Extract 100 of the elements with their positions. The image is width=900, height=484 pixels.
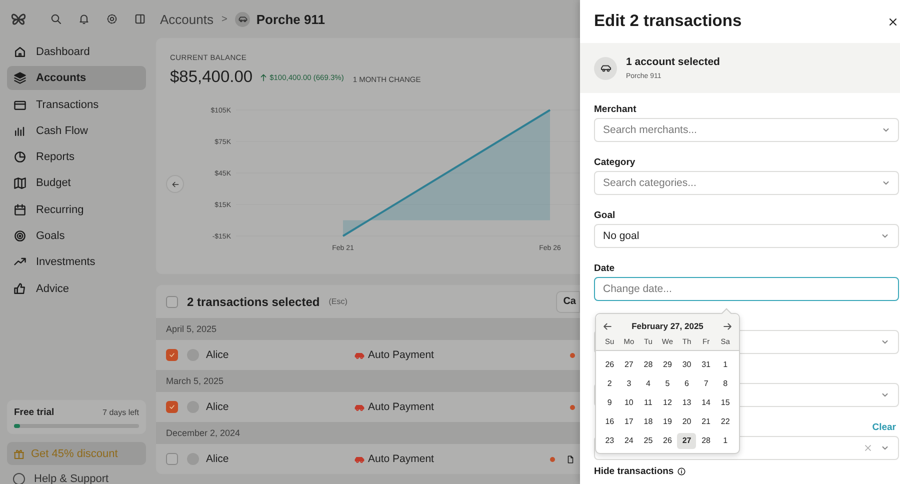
calendar-day[interactable]: 10 (619, 395, 639, 411)
calendar-day[interactable]: 14 (696, 395, 716, 411)
calendar-day[interactable]: 27 (619, 357, 639, 373)
bell-icon (78, 13, 90, 25)
breadcrumb-separator: > (221, 14, 228, 24)
date-input-field[interactable]: Change date... (594, 277, 899, 301)
transaction-row[interactable]: Alice Auto Payment (156, 340, 580, 370)
calendar-day[interactable]: 11 (638, 395, 658, 411)
calendar-day[interactable]: 19 (658, 414, 678, 430)
transaction-row[interactable]: Alice Auto Payment (156, 444, 580, 474)
select-field[interactable]: No goal (594, 224, 899, 248)
calendar-day[interactable]: 1 (716, 357, 735, 373)
calendar-day[interactable]: 13 (677, 395, 696, 411)
transaction-row[interactable]: Alice Auto Payment (156, 392, 580, 422)
cancel-button[interactable]: Ca (556, 290, 580, 312)
nav-item[interactable]: Accounts (7, 66, 146, 90)
calendar-day[interactable]: 27 (677, 433, 696, 449)
row-checkbox[interactable] (166, 453, 178, 465)
map-icon (13, 176, 27, 190)
nav-item[interactable]: Dashboard (7, 40, 146, 64)
date-group-header: March 5, 2025 (156, 370, 580, 392)
nav-item[interactable]: Reports (7, 145, 146, 170)
nav-item[interactable]: Budget (7, 171, 146, 196)
panel-title: Edit 2 transactions (594, 12, 742, 31)
nav-item[interactable]: Investments (7, 250, 146, 274)
calendar-day[interactable]: 24 (619, 433, 639, 449)
nav-item[interactable]: Goals (7, 224, 146, 248)
calendar-day[interactable]: 2 (600, 376, 620, 392)
merchant-name: Alice (206, 349, 230, 361)
target-icon (13, 229, 27, 244)
arrow-left-icon (602, 320, 613, 332)
calendar-day[interactable]: 7 (696, 376, 716, 392)
calendar-day[interactable]: 9 (600, 395, 620, 411)
calendar-day[interactable]: 6 (677, 376, 696, 392)
date-group-header: December 2, 2024 (156, 422, 580, 444)
field-label: Date (594, 263, 615, 274)
check-icon (168, 403, 176, 411)
row-checkbox[interactable] (166, 349, 178, 361)
calendar-day[interactable]: 18 (638, 414, 658, 430)
escape-hint: (Esc) (328, 297, 348, 306)
calendar-day[interactable]: 21 (696, 414, 716, 430)
calendar-day[interactable]: 28 (696, 433, 716, 449)
status-dot-icon (570, 352, 575, 358)
row-checkbox[interactable] (166, 401, 178, 413)
calendar-day[interactable]: 25 (638, 433, 658, 449)
arrow-right-icon (722, 320, 733, 332)
check-icon (168, 351, 176, 359)
calendar-day[interactable]: 28 (638, 357, 658, 373)
calendar-day[interactable]: 3 (619, 376, 639, 392)
days-left-text: 7 days left (102, 408, 139, 417)
field-label: Category (594, 157, 636, 168)
status-dot-icon (570, 404, 575, 410)
search-field[interactable]: Search categories... (594, 171, 899, 195)
nav-item[interactable]: Cash Flow (7, 118, 146, 143)
category-label: Auto Payment (368, 401, 434, 413)
calendar-day[interactable]: 31 (696, 357, 716, 373)
nav-item[interactable]: Recurring (7, 198, 146, 222)
breadcrumb-link[interactable]: Accounts (160, 12, 214, 26)
selection-title: 2 transactions selected (187, 294, 320, 308)
select-all-checkbox[interactable] (166, 296, 178, 308)
calendar-day[interactable]: 30 (677, 357, 696, 373)
info-icon (676, 467, 686, 476)
merchant-name: Alice (206, 401, 230, 413)
account-count: 1 account selected (626, 56, 720, 68)
status-dot-icon (550, 456, 555, 462)
calendar-day[interactable]: 12 (658, 395, 678, 411)
calendar-day[interactable]: 1 (716, 433, 735, 449)
calendar-icon (13, 202, 27, 217)
calendar-day[interactable]: 23 (600, 433, 620, 449)
calendar-day[interactable]: 29 (658, 357, 678, 373)
calendar-title: February 27, 2025 (632, 321, 704, 331)
clear-x-icon (863, 443, 873, 453)
next-month-button[interactable] (722, 320, 733, 332)
close-icon (887, 16, 899, 28)
car-icon (600, 62, 612, 74)
calendar-day[interactable]: 26 (600, 357, 620, 373)
calendar-day[interactable]: 17 (619, 414, 639, 430)
settings-icon (106, 13, 118, 25)
close-button[interactable] (887, 16, 899, 28)
search-field[interactable]: Search merchants... (594, 118, 899, 142)
balance-amount: $85,400.00 (170, 68, 253, 87)
calendar-day[interactable]: 20 (677, 414, 696, 430)
previous-month-button[interactable] (602, 320, 613, 332)
thumbs-up-icon (13, 282, 27, 296)
home-icon (13, 45, 27, 59)
calendar-day[interactable]: 15 (716, 395, 735, 411)
merchant-name: Alice (206, 453, 230, 465)
search-icon (50, 13, 62, 25)
calendar-day[interactable]: 8 (716, 376, 735, 392)
calendar-day[interactable]: 22 (716, 414, 735, 430)
back-button[interactable] (166, 175, 184, 193)
field-label: Goal (594, 210, 616, 221)
calendar-day[interactable]: 26 (658, 433, 678, 449)
nav-item[interactable]: Transactions (7, 92, 146, 117)
help-icon (13, 473, 25, 484)
help-link[interactable]: Help & Support (34, 473, 109, 484)
calendar-day[interactable]: 4 (638, 376, 658, 392)
calendar-day[interactable]: 5 (658, 376, 678, 392)
nav-item[interactable]: Advice (7, 276, 146, 301)
calendar-day[interactable]: 16 (600, 414, 620, 430)
